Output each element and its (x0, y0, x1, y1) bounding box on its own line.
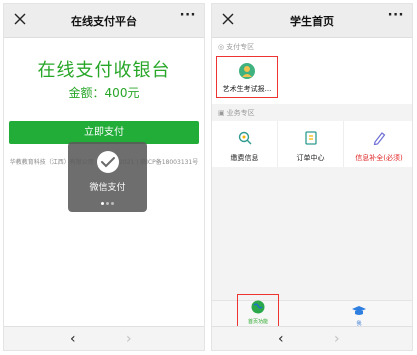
wechat-pay-loading-toast: 微信支付 (68, 142, 147, 212)
avatar-icon (239, 63, 255, 79)
wechat-pay-icon (97, 151, 119, 173)
biz-label: 订单中心 (296, 154, 325, 162)
back-button[interactable]: ‹ (70, 331, 76, 347)
biz-item-order-center[interactable]: 订单中心 (278, 121, 344, 167)
browser-bottom-bar: ‹ › (4, 326, 204, 350)
payment-amount: 金额：400元 (68, 86, 140, 100)
page-title: 学生首页 (290, 15, 334, 28)
more-icon[interactable]: ··· (180, 8, 196, 23)
section-payment-label: ◎ 支付专区 (218, 43, 255, 51)
forward-button[interactable]: › (126, 331, 132, 347)
loading-dots (68, 198, 147, 205)
section-business-label: ▣ 业务专区 (218, 109, 255, 117)
art-exam-label: 艺术生考试报... (222, 85, 272, 93)
browser-bottom-bar: ‹ › (212, 326, 412, 350)
back-button[interactable]: ‹ (278, 331, 284, 347)
toast-label: 微信支付 (89, 183, 126, 193)
page-title: 在线支付平台 (71, 15, 137, 28)
pencil-icon (373, 132, 386, 145)
search-icon (238, 131, 252, 145)
globe-icon (251, 300, 265, 314)
forward-button[interactable]: › (334, 331, 340, 347)
biz-label: 缴费信息 (230, 154, 259, 162)
document-icon (305, 131, 317, 145)
student-home-screen: 学生首页 ··· ◎ 支付专区 艺术生考试报... ▣ 业务专区 缴费信息 订单中心 (211, 3, 413, 351)
cashier-title: 在线支付收银台 (37, 60, 171, 81)
section-icon: ▣ (218, 109, 225, 117)
biz-item-payment-info[interactable]: 缴费信息 (212, 121, 278, 167)
art-exam-item[interactable]: 艺术生考试报... (216, 56, 278, 98)
graduation-cap-icon (352, 306, 366, 315)
navigation-bar: 学生首页 ··· (212, 4, 412, 38)
close-icon[interactable] (221, 12, 235, 26)
section-icon: ◎ (218, 43, 225, 51)
close-icon[interactable] (13, 12, 27, 26)
navigation-bar: 在线支付平台 ··· (4, 4, 204, 38)
payment-cashier-screen: 在线支付平台 ··· 在线支付收银台 金额：400元 立即支付 华教教育科技（江… (3, 3, 205, 351)
biz-item-info-complete[interactable]: 信息补全(必须) (344, 121, 412, 167)
biz-label-required: 信息补全(必须) (355, 154, 403, 162)
pay-now-button[interactable]: 立即支付 (9, 121, 199, 144)
more-icon[interactable]: ··· (388, 8, 404, 23)
tab-home-label: 首页功能 (247, 319, 268, 325)
